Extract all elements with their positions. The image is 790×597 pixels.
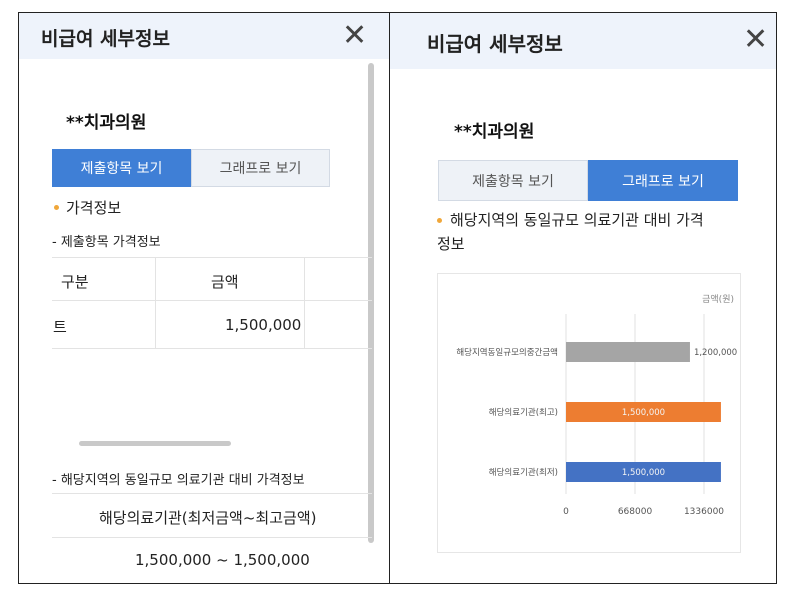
table-border-top	[52, 257, 372, 258]
subsection-submitted-prices: - 제출항목 가격정보	[52, 235, 161, 250]
table-cell-amount: 1,500,000	[225, 316, 302, 334]
table-col-divider-2	[304, 257, 305, 348]
compare-header: 해당의료기관(최저금액~최고금액)	[99, 509, 317, 527]
table-cell-item: 트	[53, 318, 67, 336]
vertical-scrollbar[interactable]	[368, 63, 374, 543]
table-border-bottom	[52, 348, 372, 349]
chart-unit-label: 금액(원)	[702, 293, 734, 305]
panel-title: 비급여 세부정보	[41, 28, 170, 50]
compare-value: 1,500,000 ~ 1,500,000	[135, 551, 310, 569]
right-panel-header: 비급여 세부정보 ✕	[390, 13, 776, 69]
price-bar-chart: 금액(원) 0 668000 1336000 해당지역동일규모의중간금액 1,200,00…	[456, 293, 737, 517]
bar-value-label: 1,500,000	[622, 408, 665, 418]
section-region-compare-line2: 정보	[437, 235, 465, 253]
bullet-icon	[437, 218, 442, 223]
table-border-mid	[52, 300, 372, 301]
table-header-category: 구분	[61, 273, 89, 291]
left-panel: 비급여 세부정보 ✕ **치과의원 제출항목 보기 그래프로 보기 가격정보 -…	[18, 12, 390, 584]
bar-value-label: 1,500,000	[622, 468, 665, 478]
close-icon[interactable]: ✕	[342, 21, 367, 51]
section-region-compare-line1: 해당지역의 동일규모 의료기관 대비 가격	[450, 211, 704, 229]
category-label: 해당의료기관(최고)	[489, 407, 558, 418]
x-tick-label: 668000	[618, 507, 653, 517]
view-tabs: 제출항목 보기 그래프로 보기	[438, 160, 738, 201]
table-header-amount: 금액	[211, 273, 239, 291]
table-col-divider	[155, 257, 156, 348]
tab-submitted-items[interactable]: 제출항목 보기	[52, 149, 191, 187]
right-panel: 비급여 세부정보 ✕ **치과의원 제출항목 보기 그래프로 보기 해당지역의 …	[389, 12, 777, 584]
left-panel-header: 비급여 세부정보 ✕	[19, 13, 389, 59]
tab-graph-view[interactable]: 그래프로 보기	[588, 160, 738, 201]
clinic-name: **치과의원	[66, 113, 147, 133]
price-chart-box: 금액(원) 0 668000 1336000 해당지역동일규모의중간금액 1,200,00…	[437, 273, 741, 553]
clinic-name: **치과의원	[454, 122, 535, 142]
horizontal-scrollbar[interactable]	[79, 441, 231, 446]
tab-submitted-items[interactable]: 제출항목 보기	[438, 160, 588, 201]
bar	[566, 342, 690, 362]
category-label: 해당지역동일규모의중간금액	[456, 347, 558, 358]
bar-value-label: 1,200,000	[694, 348, 737, 358]
x-tick-label: 0	[563, 507, 569, 517]
close-icon[interactable]: ✕	[743, 25, 768, 55]
compare-border-mid	[52, 537, 372, 538]
tab-graph-view[interactable]: 그래프로 보기	[191, 149, 330, 187]
section-price-info: 가격정보	[66, 199, 122, 217]
compare-border-top	[52, 493, 372, 494]
panel-title: 비급여 세부정보	[427, 32, 563, 56]
category-label: 해당의료기관(최저)	[489, 467, 558, 478]
view-tabs: 제출항목 보기 그래프로 보기	[52, 149, 330, 187]
x-tick-label: 1336000	[684, 507, 724, 517]
bullet-icon	[54, 205, 59, 210]
subsection-region-compare: - 해당지역의 동일규모 의료기관 대비 가격정보	[52, 473, 305, 488]
